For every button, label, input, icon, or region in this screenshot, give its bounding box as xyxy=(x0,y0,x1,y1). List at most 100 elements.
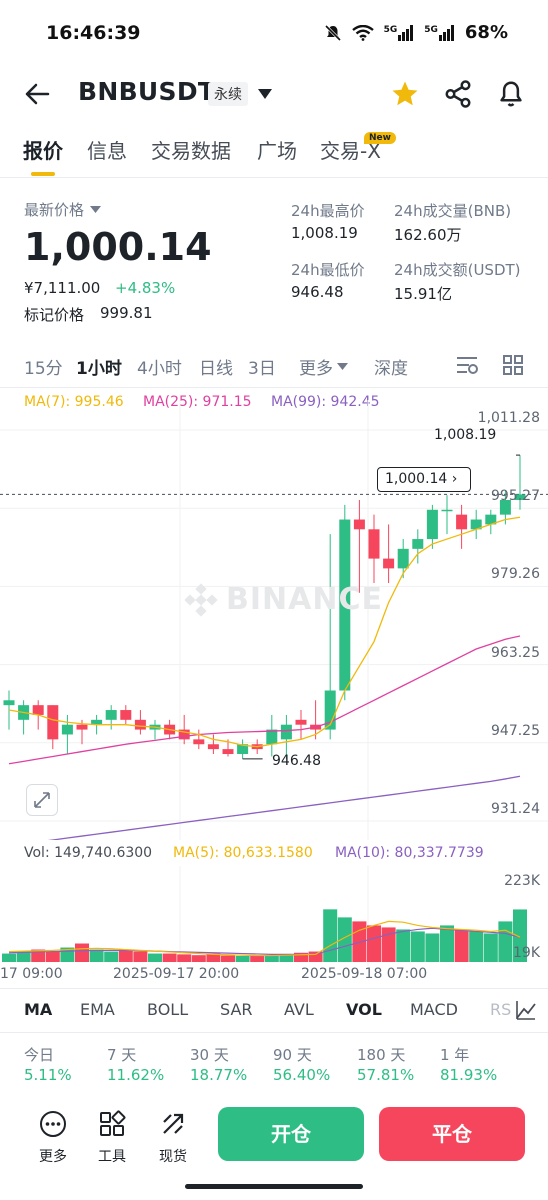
vol-ma5-legend: MA(5): 80,633.1580 xyxy=(173,845,313,861)
indicators-divider xyxy=(0,988,548,989)
perf-label-1y: 1 年 xyxy=(440,1046,470,1064)
indicator-vol[interactable]: VOL xyxy=(346,1000,382,1019)
volume-chart[interactable] xyxy=(0,866,548,966)
candle-body xyxy=(397,548,409,569)
close-position-button[interactable]: 平仓 xyxy=(379,1107,525,1161)
candle-body xyxy=(353,519,365,530)
tab-quote[interactable]: 报价 xyxy=(23,135,63,164)
last-price: 1,000.14 xyxy=(24,225,212,269)
indicator-settings-icon[interactable] xyxy=(514,998,538,1022)
home-indicator[interactable] xyxy=(185,1184,363,1189)
volume-bar xyxy=(440,925,454,962)
candlestick-chart[interactable] xyxy=(0,400,548,840)
volume-bar xyxy=(75,943,89,962)
more-label: 更多 xyxy=(39,1149,67,1165)
perf-label-180d: 180 天 xyxy=(357,1046,406,1064)
interval-15m[interactable]: 15分 xyxy=(24,354,63,379)
grid-layout-icon[interactable] xyxy=(502,354,524,376)
more-dots-icon xyxy=(40,1111,66,1137)
indicator-ema[interactable]: EMA xyxy=(80,1000,115,1019)
symbol-dropdown-icon[interactable] xyxy=(257,88,273,100)
symbol-title[interactable]: BNBUSDT xyxy=(78,77,215,106)
volume-bar xyxy=(162,953,177,962)
candle-body xyxy=(383,558,395,569)
interval-3d[interactable]: 3日 xyxy=(248,354,276,379)
fullscreen-button[interactable] xyxy=(26,784,58,816)
indicator-boll[interactable]: BOLL xyxy=(147,1000,188,1019)
tab-square[interactable]: 广场 xyxy=(257,135,297,164)
favorite-star-icon[interactable] xyxy=(390,79,420,109)
price-axis-label: 963.25 xyxy=(491,644,540,661)
new-badge: New xyxy=(364,132,396,144)
spot-button[interactable]: 现货 xyxy=(148,1110,198,1166)
perf-value-today: 5.11% xyxy=(24,1066,72,1084)
candle-body xyxy=(32,705,44,715)
volume-bar xyxy=(221,955,235,962)
binance-logo-icon xyxy=(184,582,218,617)
high-value: 1,008.19 xyxy=(291,224,358,242)
chart-settings-icon[interactable] xyxy=(455,354,479,376)
volume-bar xyxy=(396,929,411,962)
indicator-rsi[interactable]: RS xyxy=(490,1000,511,1019)
candle-body xyxy=(193,739,205,745)
cny-price: ¥7,111.00 xyxy=(24,279,101,297)
watermark-text: BINANCE xyxy=(226,582,383,617)
candle-body xyxy=(426,509,438,540)
binance-watermark: BINANCE xyxy=(184,582,383,617)
signal-1-icon: 5G xyxy=(383,24,415,41)
more-button[interactable]: 更多 xyxy=(28,1110,78,1166)
indicator-macd[interactable]: MACD xyxy=(410,1000,458,1019)
ma7-line xyxy=(8,516,521,748)
volume-bar xyxy=(45,951,60,962)
open-position-button[interactable]: 开仓 xyxy=(218,1107,364,1161)
perf-label-30d: 30 天 xyxy=(190,1046,229,1064)
volume-bar xyxy=(410,931,425,962)
high-label: 24h最高价 xyxy=(291,202,365,220)
interval-depth[interactable]: 深度 xyxy=(374,354,408,379)
interval-more[interactable]: 更多 xyxy=(299,354,348,379)
volume-bar xyxy=(323,909,338,962)
perf-label-90d: 90 天 xyxy=(273,1046,312,1064)
vol-axis-top: 223K xyxy=(504,873,540,889)
current-price-tag[interactable]: 1,000.14 › xyxy=(377,467,471,492)
tab-info[interactable]: 信息 xyxy=(87,135,127,164)
indicator-ma[interactable]: MA xyxy=(24,1000,52,1019)
candle-body xyxy=(105,710,117,720)
price-change: +4.83% xyxy=(115,279,176,297)
price-axis-label: 931.24 xyxy=(491,801,540,817)
volume-bar xyxy=(118,949,133,962)
status-icons: 5G 5G 68% xyxy=(324,22,508,43)
back-arrow-icon[interactable] xyxy=(24,82,50,106)
more-caret-icon xyxy=(337,362,348,370)
volume-bar xyxy=(177,954,192,962)
volume-label: 24h成交量(BNB) xyxy=(394,202,512,220)
perf-value-90d: 56.40% xyxy=(273,1066,331,1084)
tools-button[interactable]: 工具 xyxy=(87,1110,137,1166)
tab-trading-data[interactable]: 交易数据 xyxy=(151,135,231,164)
low-annotation: 946.48 xyxy=(272,753,321,769)
volume-bar xyxy=(191,955,206,962)
net1-label: 5G xyxy=(383,24,398,35)
high-annotation: 1,008.19 xyxy=(434,427,497,443)
perf-value-1y: 81.93% xyxy=(440,1066,498,1084)
perf-value-180d: 57.81% xyxy=(357,1066,415,1084)
alert-bell-icon[interactable] xyxy=(496,79,526,109)
candle-body xyxy=(3,700,15,706)
net2-label: 5G xyxy=(424,24,438,35)
candle-body xyxy=(441,509,453,512)
spot-label: 现货 xyxy=(159,1149,187,1165)
interval-1d[interactable]: 日线 xyxy=(199,354,233,379)
candle-body xyxy=(61,724,73,735)
perf-divider xyxy=(0,1032,548,1033)
last-price-label-wrap[interactable]: 最新价格 xyxy=(24,199,102,220)
volume-bar xyxy=(498,921,513,962)
interval-4h[interactable]: 4小时 xyxy=(137,354,182,379)
share-icon[interactable] xyxy=(443,79,473,109)
battery-level: 68% xyxy=(464,22,508,43)
tabs-divider xyxy=(0,177,548,178)
indicator-sar[interactable]: SAR xyxy=(220,1000,253,1019)
interval-1h[interactable]: 1小时 xyxy=(76,354,122,379)
indicator-avl[interactable]: AVL xyxy=(284,1000,314,1019)
amount-label: 24h成交额(USDT) xyxy=(394,261,521,279)
perf-label-today: 今日 xyxy=(24,1046,55,1064)
